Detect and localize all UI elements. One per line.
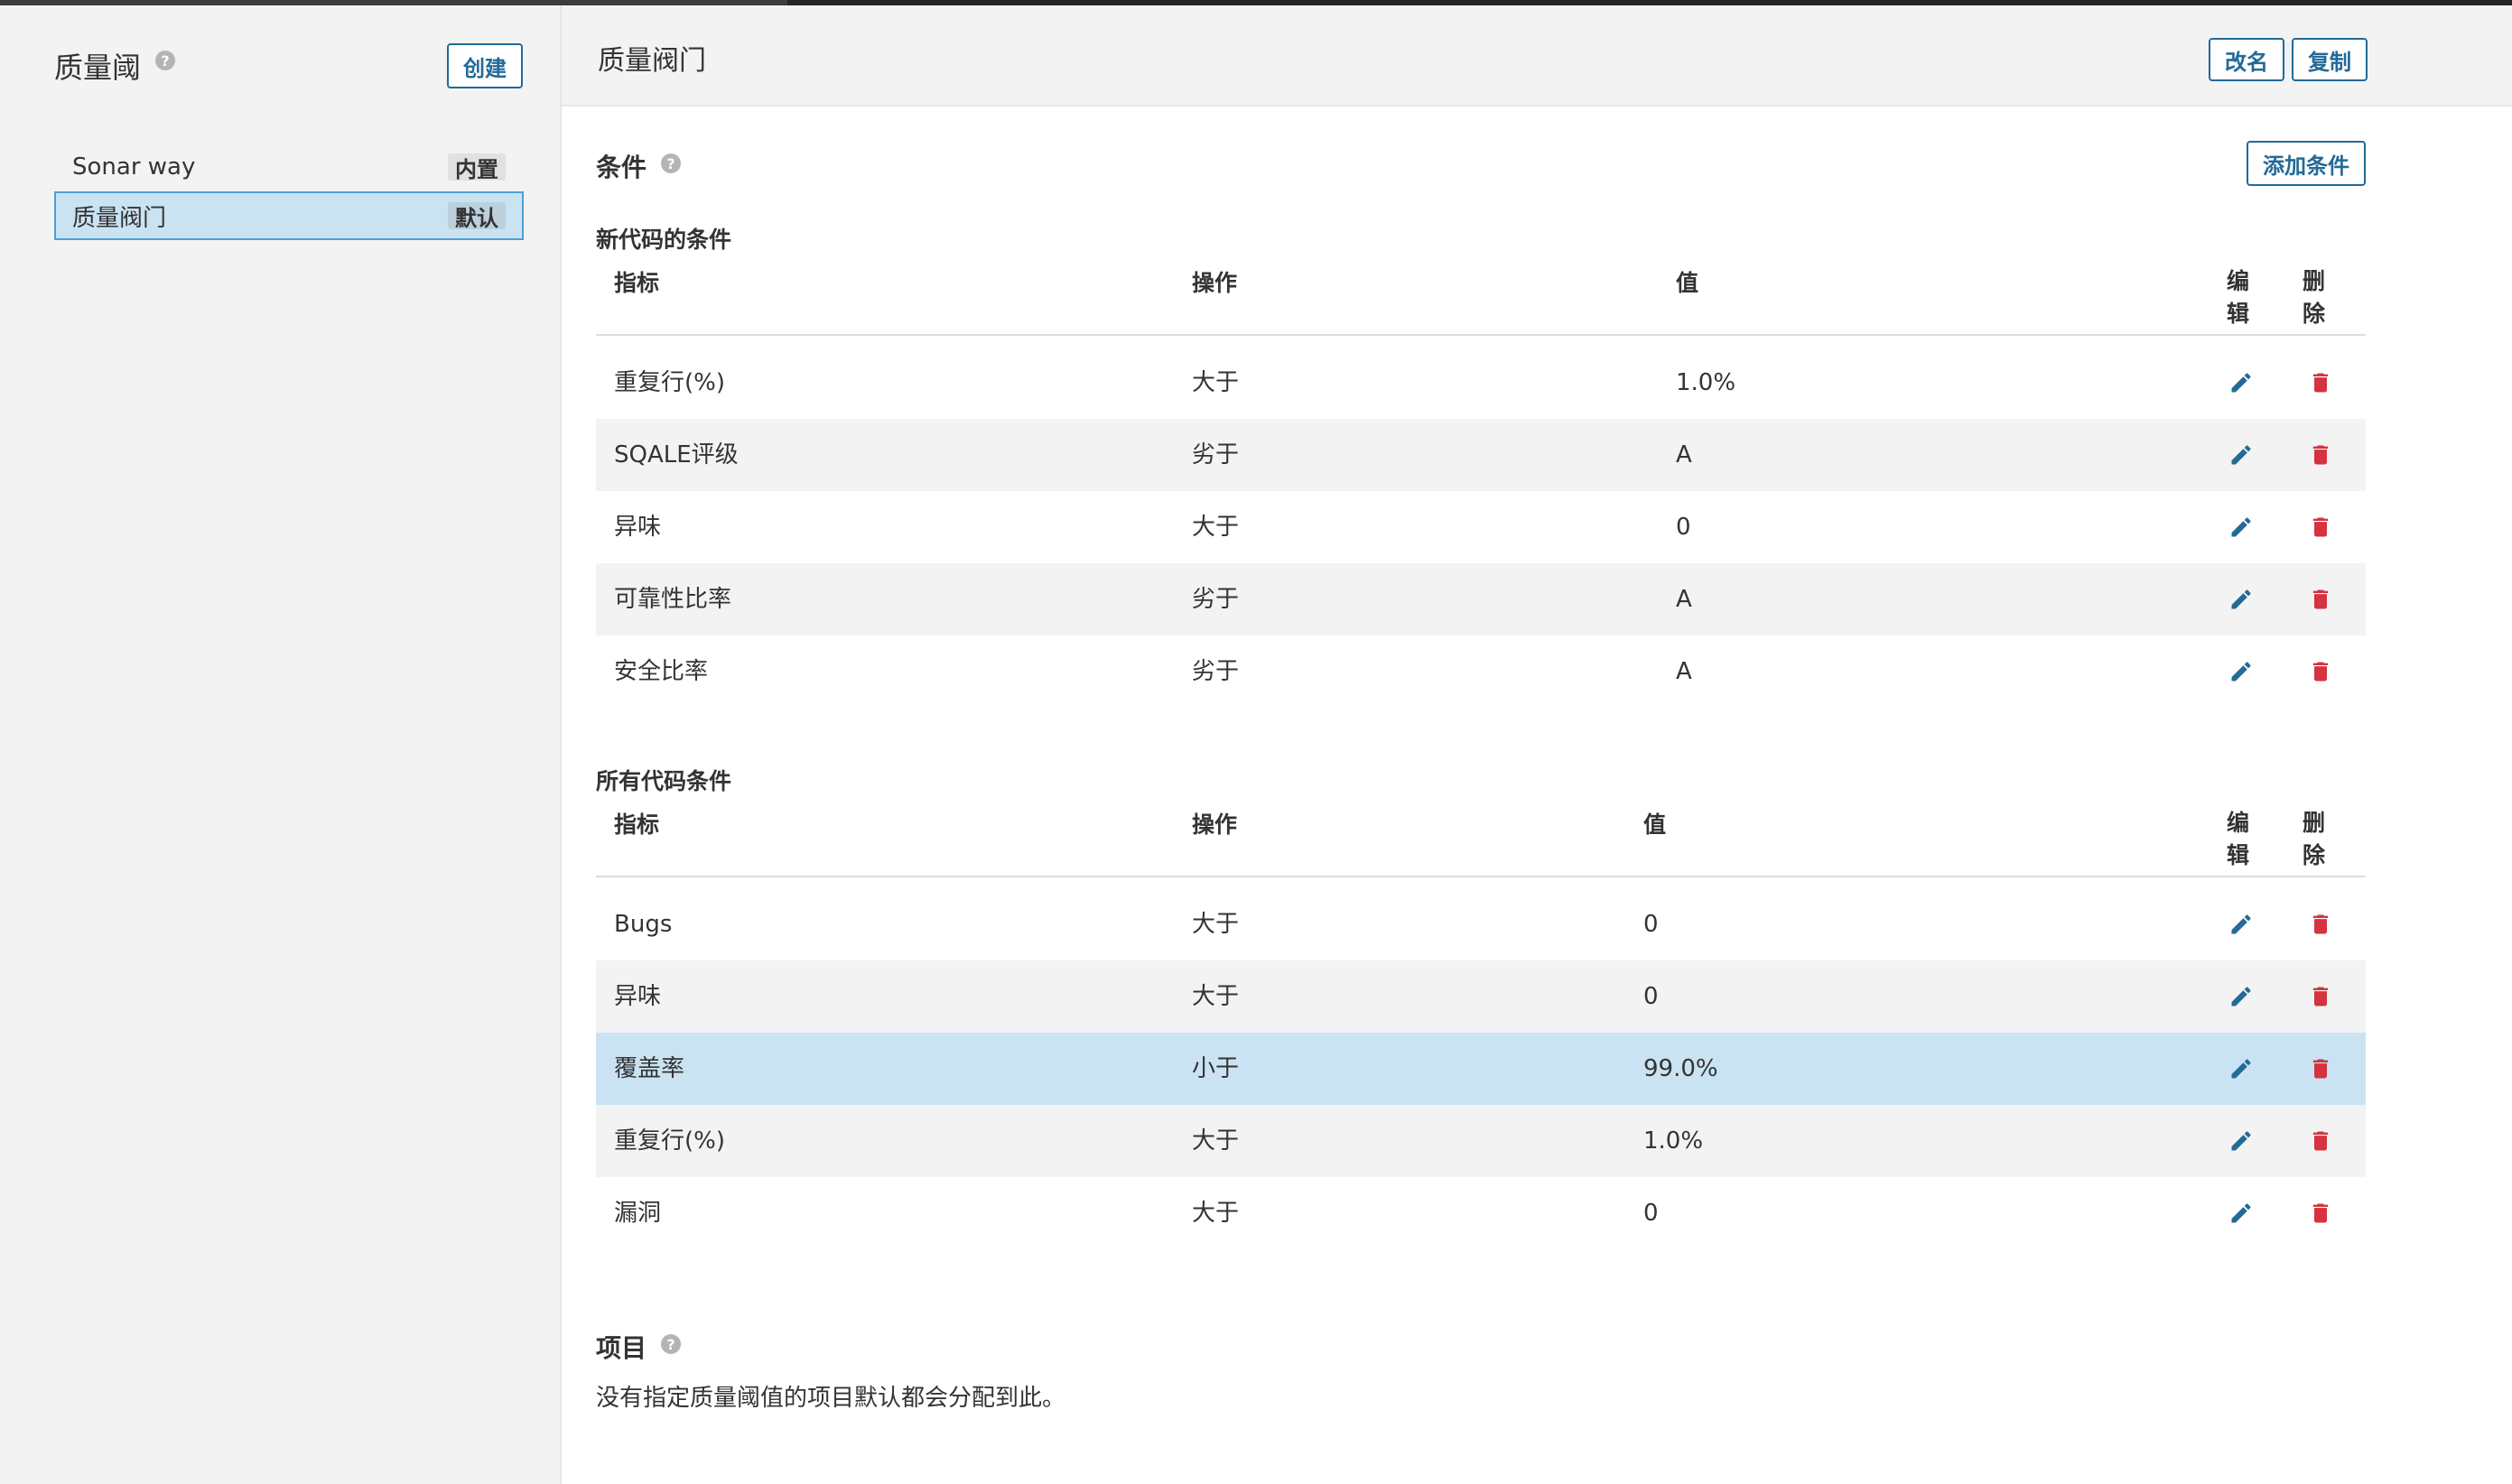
operator-cell: 大于 [1192,983,1240,1010]
table-row: 异味 大于 0 [596,491,2366,563]
col-edit: 编辑 [2227,268,2250,327]
operator-cell: 劣于 [1192,586,1240,613]
table-body: Bugs 大于 0 异味 大于 0 覆盖率 小于 99.0% 重复行(%) 大于 1.0% 漏洞 大于 0 [596,877,2366,1249]
new-code-conditions-title: 新代码的条件 [596,227,732,253]
table-row: Bugs 大于 0 [596,888,2366,960]
trash-icon[interactable] [2308,912,2333,937]
value-cell: A [1676,586,1692,613]
sidebar-item-quality-gate[interactable]: 质量阀门 默认 [54,191,524,240]
page-title: 质量阀门 [598,45,706,77]
pencil-icon[interactable] [2228,370,2254,395]
pencil-icon[interactable] [2228,984,2254,1009]
all-code-conditions-title: 所有代码条件 [596,768,732,794]
col-metric: 指标 [614,812,660,838]
page-header: 质量阀门 改名 复制 [562,5,2512,107]
value-cell: 1.0% [1676,369,1736,396]
pencil-icon[interactable] [2228,1128,2254,1154]
help-icon[interactable]: ? [661,1334,681,1354]
table-body: 重复行(%) 大于 1.0% SQALE评级 劣于 A 异味 大于 0 可靠性比率 劣于 A 安全比率劣… [596,336,2366,708]
table-row: SQALE评级 劣于 A [596,419,2366,491]
metric-cell: 异味 [614,514,662,541]
table-row: 覆盖率 小于 99.0% [596,1033,2366,1105]
table-row: 重复行(%) 大于 1.0% [596,347,2366,419]
sidebar-item-sonar-way[interactable]: Sonar way 内置 [54,143,524,191]
value-cell: A [1676,441,1692,468]
metric-cell: 漏洞 [614,1200,662,1227]
metric-cell: 异味 [614,983,662,1010]
value-cell: 0 [1643,983,1659,1010]
rename-button[interactable]: 改名 [2209,38,2284,81]
col-value: 值 [1643,812,1667,838]
sidebar: 质量阈 ? 创建 Sonar way 内置 质量阀门 默认 [0,5,562,1484]
help-icon[interactable]: ? [155,51,175,70]
conditions-title: 条件 [596,153,647,182]
metric-cell: SQALE评级 [614,441,739,468]
col-metric: 指标 [614,270,660,296]
trash-icon[interactable] [2308,370,2333,395]
sidebar-item-label: 质量阀门 [72,204,167,232]
metric-cell: 重复行(%) [614,369,725,396]
col-operator: 操作 [1192,812,1238,838]
copy-button[interactable]: 复制 [2292,38,2368,81]
value-cell: A [1676,658,1692,685]
trash-icon[interactable] [2308,1201,2333,1226]
value-cell: 0 [1643,1200,1659,1227]
table-row: 重复行(%) 大于 1.0% [596,1105,2366,1177]
create-button[interactable]: 创建 [447,43,523,88]
table-row: 可靠性比率 劣于 A [596,563,2366,635]
col-value: 值 [1676,270,1699,296]
col-delete: 删除 [2303,268,2326,327]
table-row: 安全比率 劣于 A [596,635,2366,708]
trash-icon[interactable] [2308,587,2333,612]
projects-title: 项目 [596,1333,647,1363]
sidebar-item-label: Sonar way [72,153,196,181]
col-operator: 操作 [1192,270,1238,296]
sidebar-title: 质量阈 [54,51,142,85]
pencil-icon[interactable] [2228,1056,2254,1081]
trash-icon[interactable] [2308,984,2333,1009]
metric-cell: 覆盖率 [614,1055,685,1082]
pencil-icon[interactable] [2228,659,2254,684]
add-condition-button[interactable]: 添加条件 [2247,141,2366,186]
pencil-icon[interactable] [2228,912,2254,937]
pencil-icon[interactable] [2228,587,2254,612]
operator-cell: 大于 [1192,369,1240,396]
operator-cell: 大于 [1192,1127,1240,1155]
value-cell: 0 [1643,911,1659,938]
metric-cell: 重复行(%) [614,1127,725,1155]
trash-icon[interactable] [2308,659,2333,684]
trash-icon[interactable] [2308,1128,2333,1154]
value-cell: 1.0% [1643,1127,1704,1155]
operator-cell: 大于 [1192,911,1240,938]
builtin-badge: 内置 [448,153,506,182]
new-code-conditions-table: 指标 操作 值 编辑 删除 重复行(%) 大于 1.0% SQALE评级 劣于 A 异味 大于… [596,262,2366,708]
all-code-conditions-table: 指标 操作 值 编辑 删除 Bugs 大于 0 异味 大于 0 覆盖率 小于 99.0% 重复行(… [596,803,2366,1249]
table-header: 指标 操作 值 编辑 删除 [596,803,2366,877]
trash-icon[interactable] [2308,442,2333,468]
table-row: 漏洞 大于 0 [596,1177,2366,1249]
main-content: 条件 ? 添加条件 新代码的条件 指标 操作 值 编辑 删除 重复行(%) 大于 1… [562,107,2512,1484]
col-delete: 删除 [2303,810,2326,868]
metric-cell: 可靠性比率 [614,586,732,613]
metric-cell: Bugs [614,911,673,938]
pencil-icon[interactable] [2228,1201,2254,1226]
pencil-icon[interactable] [2228,515,2254,540]
metric-cell: 安全比率 [614,658,709,685]
value-cell: 99.0% [1643,1055,1718,1082]
default-badge: 默认 [448,202,506,231]
value-cell: 0 [1676,514,1691,541]
help-icon[interactable]: ? [661,153,681,173]
trash-icon[interactable] [2308,515,2333,540]
pencil-icon[interactable] [2228,442,2254,468]
operator-cell: 小于 [1192,1055,1240,1082]
col-edit: 编辑 [2227,810,2250,868]
trash-icon[interactable] [2308,1056,2333,1081]
operator-cell: 大于 [1192,514,1240,541]
operator-cell: 大于 [1192,1200,1240,1227]
operator-cell: 劣于 [1192,658,1240,685]
table-header: 指标 操作 值 编辑 删除 [596,262,2366,336]
operator-cell: 劣于 [1192,441,1240,468]
table-row: 异味 大于 0 [596,960,2366,1033]
projects-description: 没有指定质量阈值的项目默认都会分配到此。 [596,1385,1066,1412]
